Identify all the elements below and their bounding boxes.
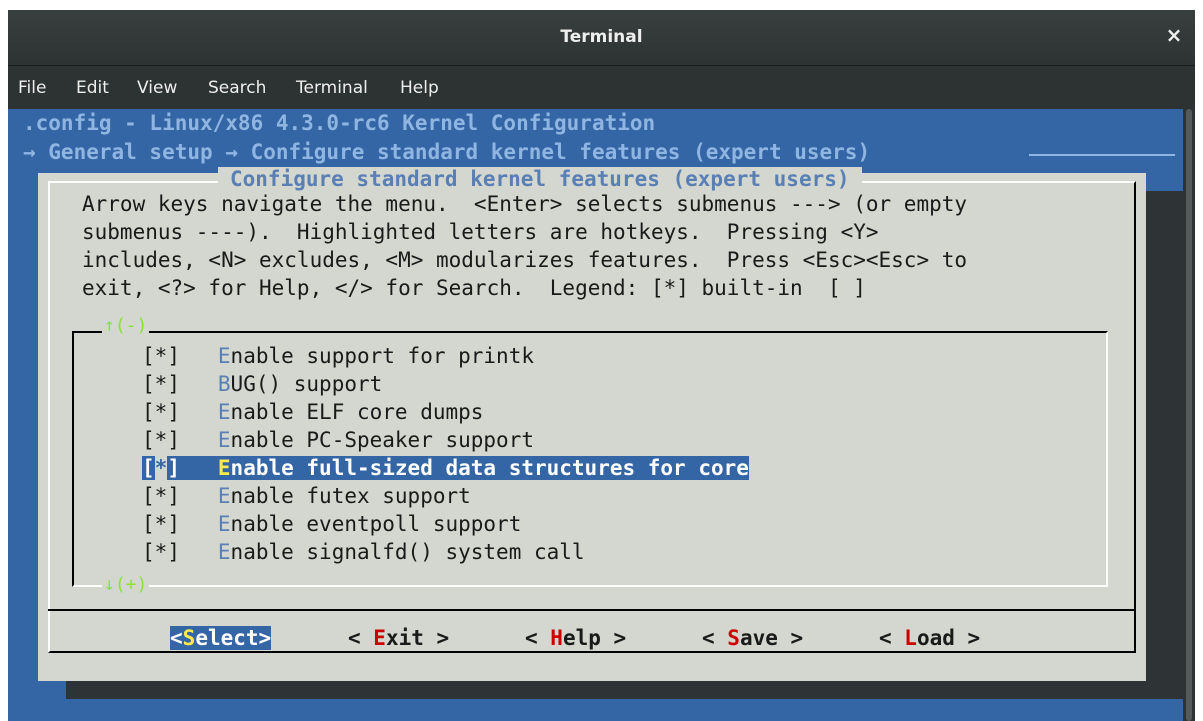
dialog-title: Configure standard kernel features (expe… bbox=[218, 167, 862, 191]
menu-terminal[interactable]: Terminal bbox=[296, 78, 368, 98]
item-state: * bbox=[154, 484, 168, 508]
item-state: * bbox=[154, 456, 168, 480]
menu-search[interactable]: Search bbox=[208, 78, 266, 98]
item-label: UG() support bbox=[230, 372, 383, 396]
help-text-line: Arrow keys navigate the menu. <Enter> se… bbox=[82, 192, 968, 216]
item-label: nable futex support bbox=[230, 484, 471, 508]
menu-item-pc-speaker[interactable]: [*] Enable PC-Speaker support bbox=[142, 428, 534, 452]
menu-file[interactable]: File bbox=[18, 78, 46, 98]
select-button[interactable]: <Select> bbox=[170, 626, 272, 650]
save-button[interactable]: < Save > bbox=[702, 626, 803, 650]
item-hotkey: E bbox=[217, 540, 231, 564]
title-bar[interactable]: Terminal × bbox=[8, 10, 1195, 66]
item-state: * bbox=[154, 400, 168, 424]
menu-help[interactable]: Help bbox=[400, 78, 439, 98]
item-state: * bbox=[154, 372, 168, 396]
menu-item-printk[interactable]: [*] Enable support for printk bbox=[142, 344, 534, 368]
terminal-window: Terminal × File Edit View Search Termina… bbox=[8, 10, 1195, 721]
breadcrumb: → General setup → Configure standard ker… bbox=[23, 140, 871, 164]
breadcrumb-rule bbox=[1029, 154, 1175, 156]
item-hotkey: B bbox=[217, 372, 231, 396]
item-label: nable ELF core dumps bbox=[230, 400, 484, 424]
menu-item-signalfd[interactable]: [*] Enable signalfd() system call bbox=[142, 540, 585, 564]
item-label: nable support for printk bbox=[230, 344, 534, 368]
load-button[interactable]: < Load > bbox=[879, 626, 980, 650]
item-label: nable full-sized data structures for cor… bbox=[230, 456, 749, 480]
menu-item-full-sized-data-structures[interactable]: [*] Enable full-sized data structures fo… bbox=[142, 456, 749, 480]
help-text-line: submenus ----). Highlighted letters are … bbox=[82, 220, 879, 244]
item-hotkey: E bbox=[217, 428, 231, 452]
exit-button[interactable]: < Exit > bbox=[348, 626, 449, 650]
menu-item-futex[interactable]: [*] Enable futex support bbox=[142, 484, 471, 508]
item-state: * bbox=[154, 428, 168, 452]
config-title: .config - Linux/x86 4.3.0-rc6 Kernel Con… bbox=[23, 111, 656, 135]
menu-edit[interactable]: Edit bbox=[76, 78, 109, 98]
scrollbar-thumb[interactable] bbox=[1186, 109, 1192, 721]
help-text-line: exit, <?> for Help, </> for Search. Lege… bbox=[82, 276, 866, 300]
menu-item-bug-support[interactable]: [*] BUG() support bbox=[142, 372, 382, 396]
item-hotkey: E bbox=[217, 484, 231, 508]
item-label: nable signalfd() system call bbox=[230, 540, 585, 564]
menu-bar: File Edit View Search Terminal Help bbox=[8, 67, 1195, 109]
menu-item-eventpoll[interactable]: [*] Enable eventpoll support bbox=[142, 512, 521, 536]
item-hotkey: E bbox=[217, 456, 231, 480]
window-title: Terminal bbox=[560, 27, 643, 47]
terminal-scrollbar[interactable] bbox=[1183, 109, 1195, 721]
item-label: nable PC-Speaker support bbox=[230, 428, 534, 452]
item-state: * bbox=[154, 512, 168, 536]
terminal-area[interactable]: .config - Linux/x86 4.3.0-rc6 Kernel Con… bbox=[8, 109, 1183, 721]
scroll-up-indicator: ↑(-) bbox=[102, 315, 150, 336]
scroll-down-indicator: ↓(+) bbox=[102, 574, 150, 595]
help-text-line: includes, <N> excludes, <M> modularizes … bbox=[82, 248, 968, 272]
item-hotkey: E bbox=[217, 512, 231, 536]
close-icon[interactable]: × bbox=[1163, 24, 1185, 46]
item-hotkey: E bbox=[217, 400, 231, 424]
item-hotkey: E bbox=[217, 344, 231, 368]
menu-view[interactable]: View bbox=[137, 78, 177, 98]
button-separator bbox=[48, 609, 1136, 611]
item-label: nable eventpoll support bbox=[230, 512, 522, 536]
item-state: * bbox=[154, 540, 168, 564]
item-state: * bbox=[154, 344, 168, 368]
menuconfig-dialog: Configure standard kernel features (expe… bbox=[38, 167, 1146, 681]
help-button[interactable]: < Help > bbox=[525, 626, 626, 650]
menu-item-elf-core-dumps[interactable]: [*] Enable ELF core dumps bbox=[142, 400, 483, 424]
